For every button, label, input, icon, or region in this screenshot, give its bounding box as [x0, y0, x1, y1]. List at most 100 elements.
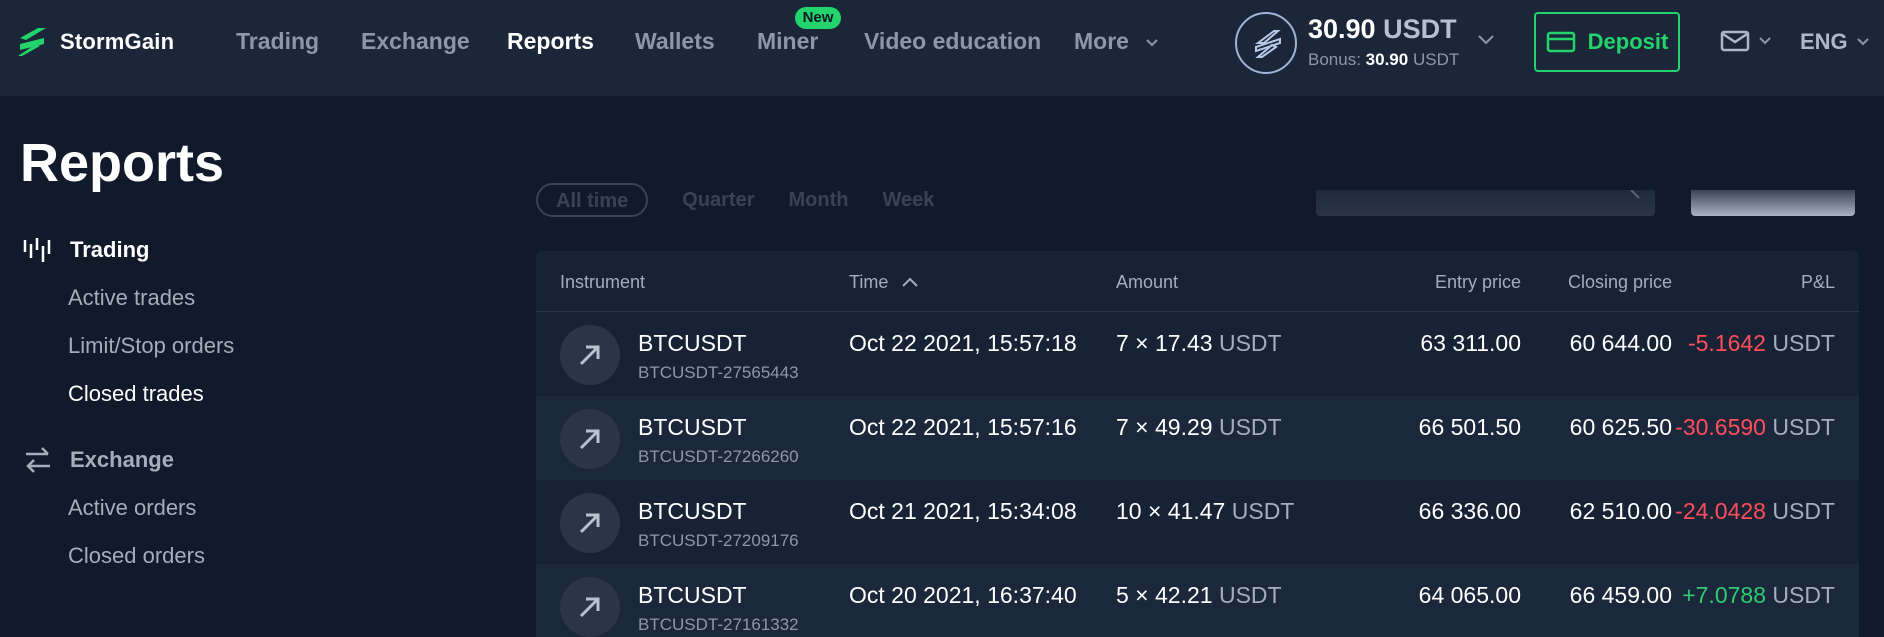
- balance-value: 30.90: [1308, 14, 1376, 44]
- nav-exchange[interactable]: Exchange: [361, 28, 470, 55]
- sidebar-section-trading[interactable]: Trading: [22, 236, 149, 264]
- deposit-button[interactable]: Deposit: [1534, 12, 1680, 72]
- trade-id: BTCUSDT-27266260: [638, 447, 799, 466]
- sidebar-section-label: Trading: [70, 237, 150, 262]
- search-input[interactable]: [1316, 190, 1655, 216]
- amount-unit: USDT: [1218, 414, 1282, 440]
- wallet-icon: [1546, 31, 1575, 53]
- column-amount[interactable]: Amount: [1116, 272, 1178, 293]
- amount-unit: USDT: [1231, 498, 1295, 524]
- sidebar-item-limit-stop-orders[interactable]: Limit/Stop orders: [68, 333, 234, 359]
- pnl-unit: USDT: [1772, 582, 1835, 608]
- closed-trades-table: Instrument Time Amount Entry price Closi…: [536, 251, 1859, 637]
- deposit-label: Deposit: [1587, 29, 1669, 54]
- table-header: Instrument Time Amount Entry price Closi…: [536, 251, 1859, 312]
- chevron-down-icon[interactable]: [1477, 34, 1495, 46]
- arrow-up-right-icon: [579, 597, 600, 618]
- pnl-unit: USDT: [1772, 414, 1835, 440]
- entry-price: 63 311.00: [1420, 330, 1521, 356]
- amount-value: 7 × 17.43: [1116, 330, 1213, 356]
- closing-price: 60 644.00: [1569, 330, 1672, 356]
- pnl-value: -24.0428: [1675, 498, 1766, 524]
- nav-more[interactable]: More: [1074, 28, 1159, 55]
- filter-month[interactable]: Month: [789, 189, 849, 212]
- trade-amount: 7 × 17.43 USDT: [1116, 330, 1282, 357]
- trade-time: Oct 22 2021, 15:57:18: [849, 330, 1077, 356]
- arrow-up-right-icon: [579, 513, 600, 534]
- sidebar-item-closed-orders[interactable]: Closed orders: [68, 543, 205, 569]
- trade-amount: 5 × 42.21 USDT: [1116, 582, 1282, 609]
- brand-name: StormGain: [60, 29, 175, 54]
- filter-quarter[interactable]: Quarter: [682, 189, 754, 212]
- sort-ascending-icon: [902, 277, 919, 287]
- trade-direction-badge: [560, 409, 620, 469]
- search-icon: [1630, 190, 1640, 199]
- sidebar-item-active-orders[interactable]: Active orders: [68, 495, 196, 521]
- trade-time: Oct 21 2021, 15:34:08: [849, 498, 1077, 524]
- arrow-up-right-icon: [579, 345, 600, 366]
- nav-wallets[interactable]: Wallets: [635, 28, 715, 55]
- balance-amount[interactable]: 30.90 USDT: [1308, 14, 1457, 45]
- column-pnl[interactable]: P&L: [1801, 272, 1835, 293]
- top-navigation-bar: StormGain Trading Exchange Reports Walle…: [0, 0, 1884, 96]
- column-entry-price[interactable]: Entry price: [1435, 272, 1521, 293]
- nav-video-education[interactable]: Video education: [864, 28, 1041, 55]
- trade-direction-badge: [560, 493, 620, 553]
- column-closing-price[interactable]: Closing price: [1568, 272, 1672, 293]
- brand-logo[interactable]: StormGain: [16, 24, 174, 60]
- nav-reports[interactable]: Reports: [507, 28, 594, 55]
- chevron-down-icon: [1146, 39, 1159, 47]
- nav-trading[interactable]: Trading: [236, 28, 319, 55]
- sidebar-section-exchange[interactable]: Exchange: [22, 446, 174, 474]
- filter-all-time[interactable]: All time: [536, 183, 649, 217]
- bonus-label: Bonus:: [1308, 50, 1361, 69]
- language-label: ENG: [1800, 29, 1848, 54]
- lightning-icon: [1255, 30, 1281, 58]
- trade-pnl: -30.6590 USDT: [1675, 414, 1835, 441]
- closing-price: 62 510.00: [1569, 498, 1672, 524]
- trade-amount: 7 × 49.29 USDT: [1116, 414, 1282, 441]
- trading-chart-icon: [23, 238, 51, 262]
- table-row[interactable]: BTCUSDT BTCUSDT-27266260 Oct 22 2021, 15…: [536, 396, 1859, 480]
- nav-miner[interactable]: Miner: [757, 28, 818, 55]
- column-time-label: Time: [849, 272, 889, 292]
- page-title: Reports: [20, 133, 225, 193]
- language-selector[interactable]: ENG: [1800, 29, 1870, 55]
- column-instrument[interactable]: Instrument: [560, 272, 645, 293]
- period-filter: All time Quarter Month Week: [536, 183, 934, 217]
- table-row[interactable]: BTCUSDT BTCUSDT-27161332 Oct 20 2021, 16…: [536, 564, 1859, 637]
- pnl-unit: USDT: [1772, 330, 1835, 356]
- messages-button[interactable]: [1720, 30, 1772, 52]
- sidebar-item-active-trades[interactable]: Active trades: [68, 285, 195, 311]
- amount-value: 7 × 49.29: [1116, 414, 1213, 440]
- entry-price: 66 501.50: [1418, 414, 1521, 440]
- arrow-up-right-icon: [579, 429, 600, 450]
- instrument-name: BTCUSDT: [638, 330, 747, 356]
- column-time[interactable]: Time: [849, 272, 919, 293]
- instrument-name: BTCUSDT: [638, 498, 747, 524]
- trade-direction-badge: [560, 577, 620, 637]
- sidebar-section-label: Exchange: [70, 447, 174, 472]
- chevron-down-icon: [1759, 37, 1771, 45]
- filter-week[interactable]: Week: [882, 189, 934, 212]
- instrument-name: BTCUSDT: [638, 582, 747, 608]
- export-button[interactable]: [1691, 190, 1855, 216]
- table-row[interactable]: BTCUSDT BTCUSDT-27209176 Oct 21 2021, 15…: [536, 480, 1859, 564]
- exchange-arrows-icon: [26, 447, 50, 473]
- amount-value: 5 × 42.21: [1116, 582, 1213, 608]
- sidebar-item-closed-trades[interactable]: Closed trades: [68, 381, 204, 407]
- nav-more-label: More: [1074, 28, 1129, 54]
- trade-pnl: +7.0788 USDT: [1682, 582, 1835, 609]
- closing-price: 66 459.00: [1569, 582, 1672, 608]
- entry-price: 66 336.00: [1418, 498, 1521, 524]
- balance-currency: USDT: [1383, 14, 1457, 44]
- balance-icon[interactable]: [1235, 12, 1297, 74]
- trade-id: BTCUSDT-27565443: [638, 363, 799, 382]
- amount-unit: USDT: [1218, 582, 1282, 608]
- amount-value: 10 × 41.47: [1116, 498, 1226, 524]
- trade-id: BTCUSDT-27209176: [638, 531, 799, 550]
- table-row[interactable]: BTCUSDT BTCUSDT-27565443 Oct 22 2021, 15…: [536, 312, 1859, 396]
- stormgain-logo-icon: [18, 28, 46, 56]
- trade-amount: 10 × 41.47 USDT: [1116, 498, 1294, 525]
- trade-pnl: -24.0428 USDT: [1675, 498, 1835, 525]
